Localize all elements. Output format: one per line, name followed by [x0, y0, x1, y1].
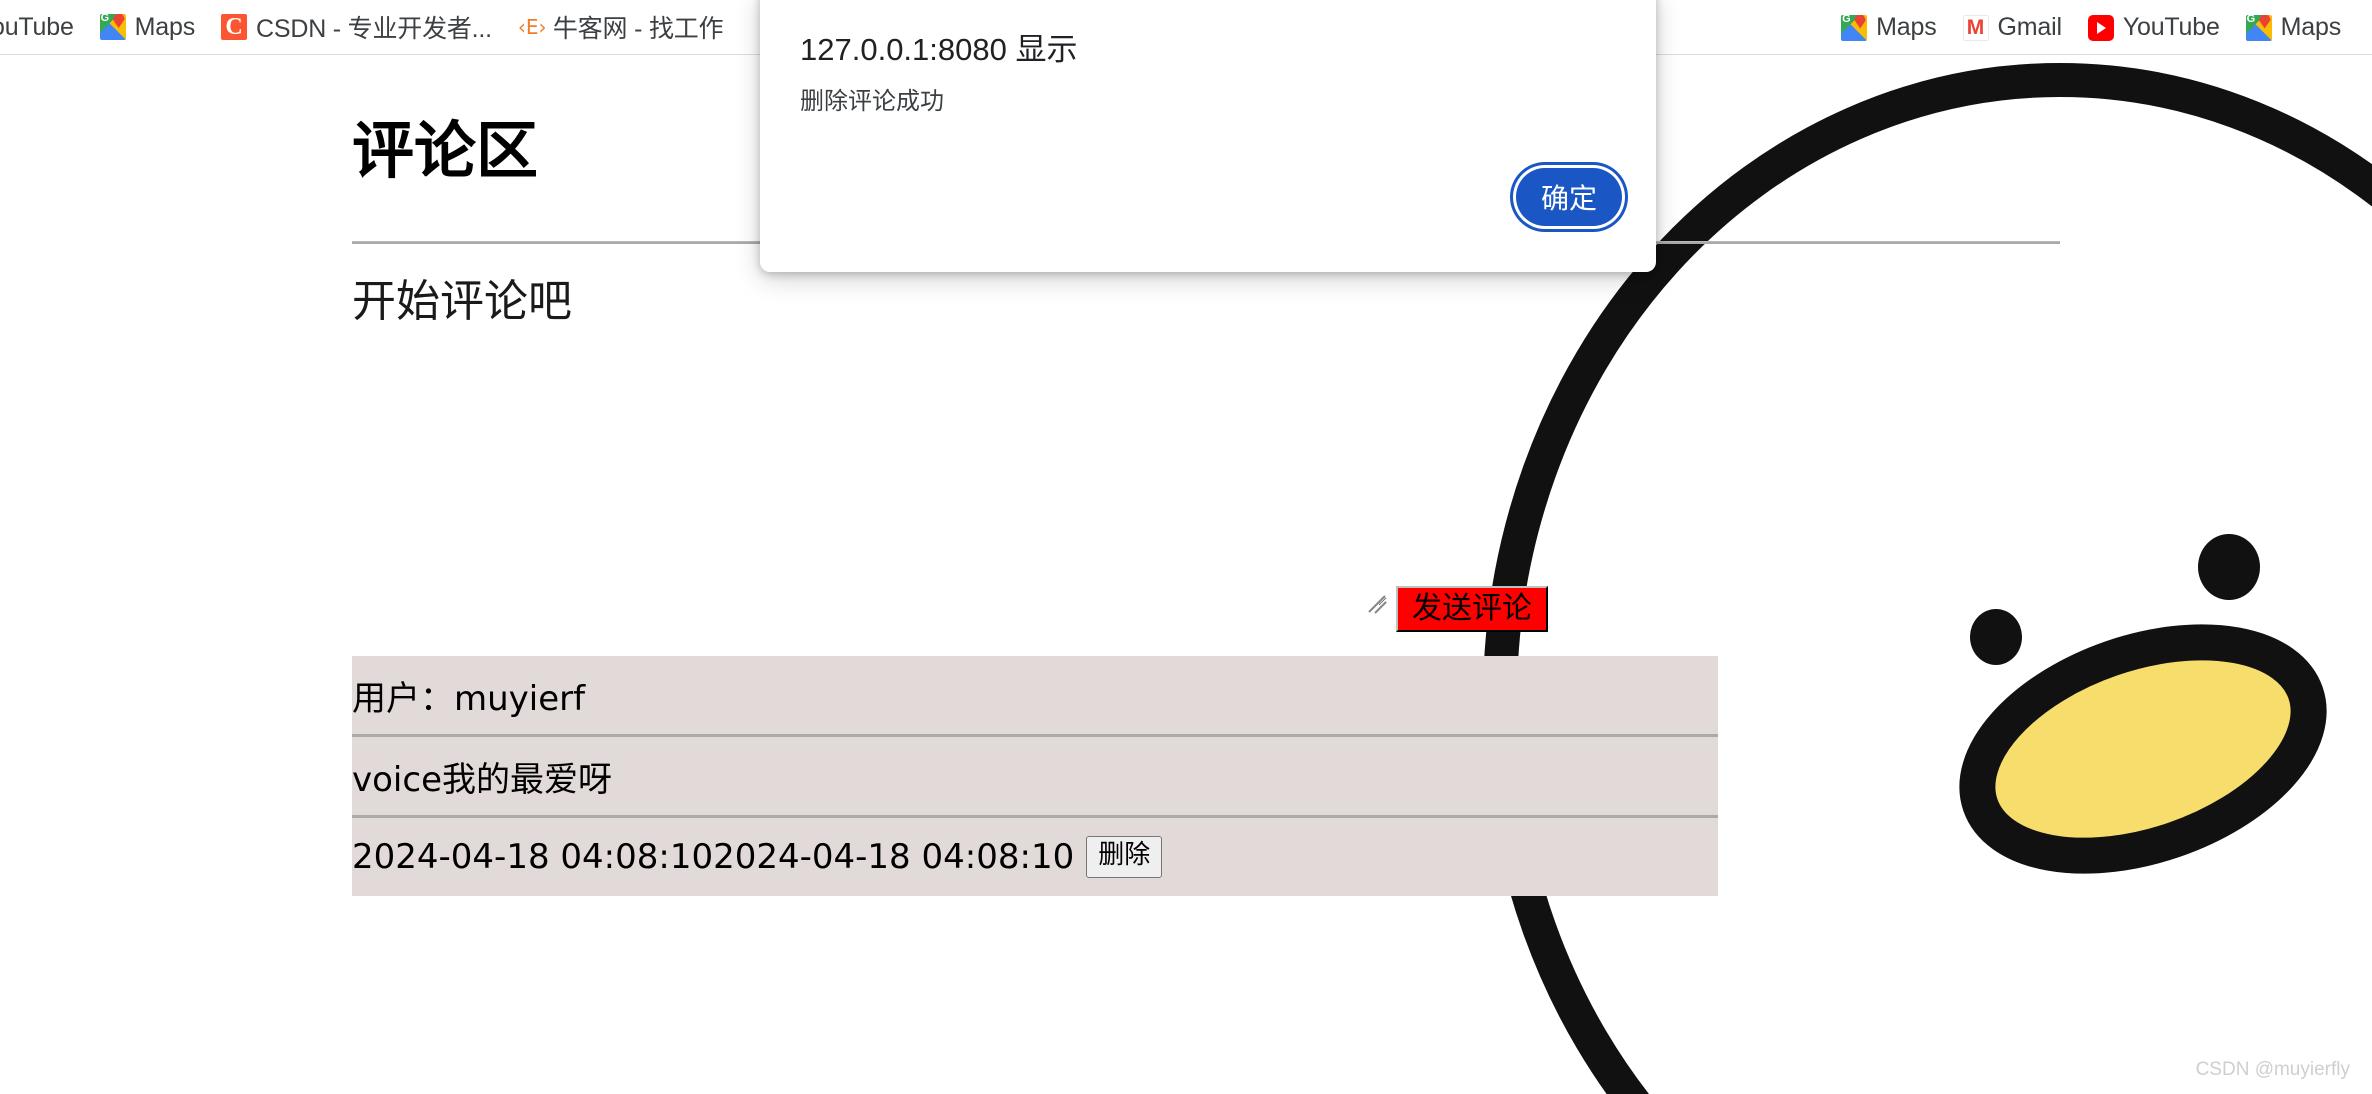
bookmark-maps-2[interactable]: Maps	[1828, 8, 1949, 47]
comment-meta-inner: 2024-04-18 04:08:102024-04-18 04:08:10 删…	[352, 836, 1718, 878]
dialog-origin-title: 127.0.0.1:8080 显示	[800, 32, 1078, 67]
comment-user-text: 用户：muyierf	[352, 678, 586, 719]
youtube-icon	[2087, 14, 2114, 41]
bookmark-maps-3[interactable]: Maps	[2233, 8, 2354, 47]
bookmark-label: Maps	[1876, 13, 1937, 41]
delete-comment-button[interactable]: 删除	[1086, 836, 1163, 878]
bookmark-label: Maps	[2280, 13, 2342, 41]
dialog-ok-button[interactable]: 确定	[1516, 168, 1622, 226]
comment-prompt-text: 开始评论吧	[352, 276, 572, 327]
comment-body-text: voice我的最爱呀	[352, 759, 612, 800]
bookmark-youtube-right[interactable]: YouTube	[2075, 8, 2233, 47]
bookmark-label: 牛客网 - 找工作	[552, 15, 724, 43]
maps-icon	[1841, 14, 1868, 41]
comment-input[interactable]	[352, 341, 1387, 606]
bookmark-label: CSDN - 专业开发者...	[256, 15, 492, 43]
maps-icon	[2245, 14, 2272, 41]
table-row: voice我的最爱呀	[352, 735, 1718, 818]
page-title: 评论区	[352, 114, 539, 187]
javascript-alert-dialog: 127.0.0.1:8080 显示 删除评论成功 确定	[760, 0, 1656, 272]
table-row: 用户：muyierf	[352, 656, 1718, 737]
comment-body-cell: voice我的最爱呀	[352, 735, 1718, 818]
send-comment-button[interactable]: 发送评论	[1396, 586, 1548, 632]
bookmark-label: ouTube	[0, 12, 74, 41]
comments-table: 用户：muyierf voice我的最爱呀 2024-04-18 04:08:1…	[352, 656, 1718, 896]
bookmark-youtube-left[interactable]: ouTube	[0, 8, 87, 47]
comment-meta-cell: 2024-04-18 04:08:102024-04-18 04:08:10 删…	[352, 816, 1718, 896]
bookmark-maps-1[interactable]: Maps	[87, 8, 208, 47]
comment-timestamp-text: 2024-04-18 04:08:102024-04-18 04:08:10	[352, 837, 1075, 877]
nowcoder-icon: ‹E›	[517, 15, 547, 39]
bookmarks-right-group: Maps M Gmail YouTube Maps	[1828, 0, 2354, 54]
table-row: 2024-04-18 04:08:102024-04-18 04:08:10 删…	[352, 816, 1718, 896]
comment-user-cell: 用户：muyierf	[352, 656, 1718, 737]
bookmark-label: YouTube	[2122, 13, 2220, 41]
gmail-icon: M	[1962, 14, 1989, 41]
bookmark-gmail[interactable]: M Gmail	[1950, 8, 2075, 47]
bookmark-csdn[interactable]: C CSDN - 专业开发者...	[208, 4, 505, 50]
maps-icon	[99, 14, 126, 40]
csdn-icon: C	[221, 14, 248, 40]
bookmark-label: Maps	[134, 12, 196, 41]
bookmarks-left-group: ouTube Maps C CSDN - 专业开发者... ‹E› 牛客网 - …	[0, 4, 736, 50]
bookmark-label: Gmail	[1997, 13, 2062, 41]
bookmark-nowcoder[interactable]: ‹E› 牛客网 - 找工作	[505, 4, 736, 50]
csdn-watermark: CSDN @muyierfly	[2195, 1059, 2350, 1080]
dialog-message-text: 删除评论成功	[800, 87, 944, 115]
